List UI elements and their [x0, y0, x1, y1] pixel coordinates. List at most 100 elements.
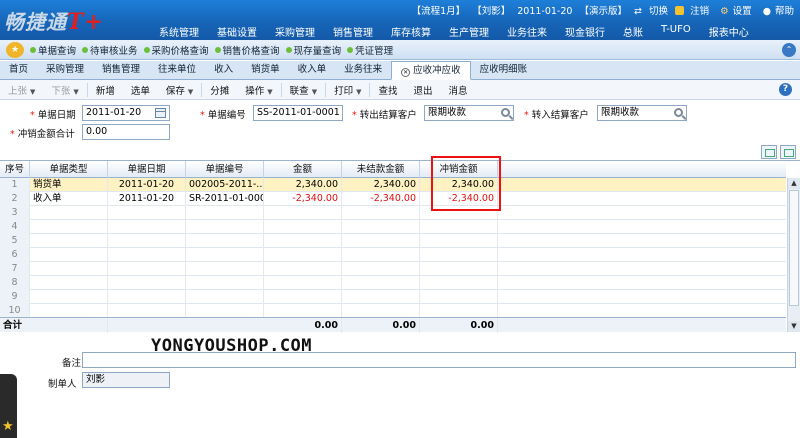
- shortcut-item[interactable]: 单据查询: [30, 43, 76, 57]
- collapse-icon[interactable]: ⌃: [782, 43, 796, 57]
- tab-bar: 首页 采购管理 销售管理 往来单位 收入 销货单 收入单 业务往来 ✕ 应收冲应收…: [0, 61, 800, 80]
- tab-receivable-detail[interactable]: 应收明细账: [471, 61, 537, 79]
- table-row[interactable]: 2 收入单 2011-01-20 SR-2011-01-0003 -2,340.…: [0, 192, 786, 206]
- tab-income[interactable]: 收入: [205, 61, 242, 79]
- message-button[interactable]: 消息: [441, 83, 476, 97]
- shortcut-item[interactable]: 销售价格查询: [214, 43, 280, 57]
- calendar-icon[interactable]: [155, 108, 166, 118]
- tab-purchase[interactable]: 采购管理: [37, 61, 93, 79]
- out-customer-label: * 转出结算客户: [352, 110, 417, 121]
- in-customer-field[interactable]: 限期收款: [597, 105, 687, 121]
- col-header: 未结款金额: [342, 161, 420, 178]
- scroll-down-icon[interactable]: ▼: [788, 321, 800, 332]
- side-panel[interactable]: ★: [0, 374, 17, 438]
- shortcut-home-icon[interactable]: ★: [6, 41, 24, 58]
- nav-item[interactable]: 业务往来: [498, 24, 556, 39]
- nav-item[interactable]: 现金银行: [556, 24, 614, 39]
- allocate-button[interactable]: 分摊: [202, 83, 237, 97]
- prev-button[interactable]: 上张 ▼: [0, 83, 43, 97]
- operate-button[interactable]: 操作 ▼: [237, 82, 282, 97]
- tab-receipt[interactable]: 收入单: [289, 61, 336, 79]
- logout-link[interactable]: 注销: [675, 6, 709, 17]
- shortcut-item[interactable]: 待审核业务: [82, 43, 138, 57]
- toolbar: 上张 ▼ 下张 ▼ 新增 选单 保存 ▼ 分摊 操作 ▼ 联查 ▼ 打印 ▼ 查找 退出 消…: [0, 80, 800, 100]
- table-row[interactable]: 7: [0, 262, 786, 276]
- total-offset: 0.00: [420, 318, 498, 333]
- search-icon[interactable]: [674, 108, 683, 117]
- table-footer: 合计 0.00 0.00 0.00: [0, 317, 786, 333]
- app-logo: 畅捷通T+: [4, 9, 104, 35]
- chevron-down-icon: ▼: [356, 87, 362, 96]
- watermark-text: YONGYOUSHOP.COM: [151, 336, 313, 356]
- settings-link[interactable]: ⚙ 设置: [716, 6, 752, 17]
- print-button[interactable]: 打印 ▼: [326, 82, 371, 97]
- scroll-up-icon[interactable]: ▲: [788, 178, 800, 189]
- shortcut-item[interactable]: 凭证管理: [347, 43, 393, 57]
- table-row[interactable]: 6: [0, 248, 786, 262]
- switch-link[interactable]: ⇄ 切换: [634, 6, 668, 17]
- remark-label: 备注: [62, 358, 82, 369]
- nav-item[interactable]: 系统管理: [150, 24, 208, 39]
- table-row[interactable]: 10: [0, 304, 786, 318]
- copy-row-icon[interactable]: [761, 145, 777, 159]
- table-row[interactable]: 1 销货单 2011-01-20 002005-2011-... 2,340.0…: [0, 178, 786, 192]
- top-nav: 系统管理 基础设置 采购管理 销售管理 库存核算 生产管理 业务往来 现金银行 …: [150, 24, 758, 39]
- app-header: 畅捷通T+ 【流程1月】 【刘影】 2011-01-20 【演示版】 ⇄ 切换 …: [0, 0, 800, 40]
- table-row[interactable]: 3: [0, 206, 786, 220]
- total-unsettled: 0.00: [342, 318, 420, 333]
- code-field[interactable]: SS-2011-01-0001: [253, 105, 343, 121]
- help-icon[interactable]: ?: [779, 83, 792, 96]
- save-button[interactable]: 保存 ▼: [158, 82, 203, 97]
- nav-item[interactable]: 生产管理: [440, 24, 498, 39]
- voucher-footer: 备注 制单人 刘影: [0, 333, 800, 438]
- link-button[interactable]: 联查 ▼: [282, 82, 327, 97]
- scroll-thumb[interactable]: [789, 190, 799, 306]
- shortcut-item[interactable]: 现存量查询: [285, 43, 341, 57]
- maker-field: 刘影: [82, 372, 170, 388]
- shortcut-item[interactable]: 采购价格查询: [143, 43, 209, 57]
- table-row[interactable]: 8: [0, 276, 786, 290]
- table-scrollbar[interactable]: ▲ ▼: [787, 178, 800, 332]
- gear-icon: ⚙: [720, 6, 729, 17]
- out-customer-field[interactable]: 限期收款: [424, 105, 514, 121]
- table-row[interactable]: 5: [0, 234, 786, 248]
- chevron-down-icon: ▼: [73, 87, 79, 96]
- nav-item[interactable]: 基础设置: [208, 24, 266, 39]
- col-header: 单据编号: [186, 161, 264, 178]
- maker-label: 制单人: [48, 379, 77, 390]
- offset-table: 序号 单据类型 单据日期 单据编号 金额 未结款金额 冲销金额 1 销货单 20…: [0, 160, 800, 333]
- exit-button[interactable]: 退出: [406, 83, 441, 97]
- table-row[interactable]: 9: [0, 290, 786, 304]
- nav-item[interactable]: 总账: [614, 24, 652, 39]
- next-button[interactable]: 下张 ▼: [43, 82, 88, 97]
- date-field[interactable]: 2011-01-20: [82, 105, 170, 121]
- find-button[interactable]: 查找: [370, 83, 405, 97]
- help-link[interactable]: ● 帮助: [759, 6, 794, 17]
- star-icon[interactable]: ★: [2, 420, 15, 434]
- tab-receivable-offset[interactable]: ✕ 应收冲应收: [391, 61, 471, 80]
- table-row[interactable]: 4: [0, 220, 786, 234]
- nav-item[interactable]: 报表中心: [700, 24, 758, 39]
- edition-label: 【演示版】: [579, 6, 627, 17]
- tab-business[interactable]: 业务往来: [335, 61, 391, 79]
- tab-sales-delivery[interactable]: 销货单: [242, 61, 289, 79]
- tab-home[interactable]: 首页: [0, 61, 37, 79]
- select-button[interactable]: 选单: [123, 83, 158, 97]
- new-button[interactable]: 新增: [88, 83, 123, 97]
- total-field[interactable]: 0.00: [82, 124, 170, 140]
- col-header: 单据类型: [30, 161, 108, 178]
- export-icon[interactable]: [780, 145, 796, 159]
- chevron-down-icon: ▼: [267, 87, 273, 96]
- tab-sales[interactable]: 销售管理: [93, 61, 149, 79]
- nav-item[interactable]: T-UFO: [652, 24, 700, 39]
- nav-item[interactable]: 采购管理: [266, 24, 324, 39]
- nav-item[interactable]: 销售管理: [324, 24, 382, 39]
- nav-item[interactable]: 库存核算: [382, 24, 440, 39]
- tab-partners[interactable]: 往来单位: [149, 61, 205, 79]
- search-icon[interactable]: [501, 108, 510, 117]
- chevron-down-icon: ▼: [311, 87, 318, 96]
- close-icon[interactable]: ✕: [401, 68, 411, 77]
- chevron-down-icon: ▼: [187, 87, 194, 96]
- col-header: 金额: [264, 161, 342, 178]
- highlight-box: [431, 156, 501, 211]
